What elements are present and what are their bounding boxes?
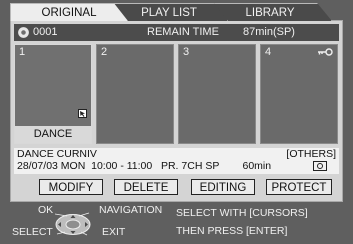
tab-library[interactable]: LIBRARY	[208, 3, 332, 21]
delete-button[interactable]: DELETE	[114, 179, 178, 195]
help-exit-label: EXIT	[102, 226, 126, 238]
help-bar: OK NAVIGATION SELECT EXIT SELECT WITH [C…	[0, 203, 353, 244]
pointer-cursor-icon	[78, 109, 87, 118]
thumbnail-4[interactable]: 4	[260, 44, 338, 144]
action-buttons: MODIFY DELETE EDITING PROTECT	[11, 179, 344, 197]
help-navigation-label: NAVIGATION	[99, 204, 163, 216]
thumbnail-number: 3	[183, 46, 190, 58]
remain-time-label: REMAIN TIME	[147, 26, 219, 38]
detail-category: [OTHERS]	[286, 148, 336, 160]
remain-time-value: 87min(SP)	[243, 26, 295, 38]
tab-bar: ORIGINAL PLAY LIST LIBRARY	[10, 3, 343, 21]
thumbnail-3[interactable]: 3	[178, 44, 256, 144]
thumbnail-number: 2	[101, 46, 108, 58]
help-select-label: SELECT	[12, 226, 53, 238]
help-instruction-select: SELECT WITH [CURSORS]	[176, 207, 308, 219]
detail-title: DANCE CURNIV	[17, 148, 97, 160]
disc-icon	[18, 27, 29, 38]
thumbnail-number: 1	[19, 46, 26, 58]
main-panel: 0001 REMAIN TIME 87min(SP) 1 DANCE 2 3 4	[10, 20, 343, 202]
thumbnail-number: 4	[265, 46, 272, 58]
thumbnail-grid: 1 DANCE 2 3 4	[14, 44, 339, 146]
disc-type-icon	[313, 161, 327, 171]
tab-original[interactable]: ORIGINAL	[10, 3, 128, 21]
help-instruction-enter: THEN PRESS [ENTER]	[176, 225, 288, 237]
thumbnail-title: DANCE	[15, 126, 91, 143]
library-database-screen: ORIGINAL PLAY LIST LIBRARY 0001 REMAIN T…	[0, 0, 353, 244]
remote-dpad-icon	[54, 212, 91, 236]
protect-button[interactable]: PROTECT	[266, 179, 332, 195]
tab-play-list[interactable]: PLAY LIST	[110, 3, 228, 21]
disc-number: 0001	[33, 26, 58, 38]
thumbnail-1[interactable]: 1 DANCE	[14, 44, 92, 144]
help-ok-label: OK	[38, 204, 54, 216]
key-icon	[318, 48, 333, 56]
thumbnail-2[interactable]: 2	[96, 44, 174, 144]
title-details: DANCE CURNIV 28/07/03 MON 10:00 - 11:00 …	[14, 148, 339, 174]
detail-info-line: 28/07/03 MON 10:00 - 11:00 PR. 7CH SP 60…	[17, 160, 272, 172]
modify-button[interactable]: MODIFY	[39, 179, 103, 195]
editing-button[interactable]: EDITING	[191, 179, 255, 195]
info-bar: 0001 REMAIN TIME 87min(SP)	[14, 24, 339, 41]
